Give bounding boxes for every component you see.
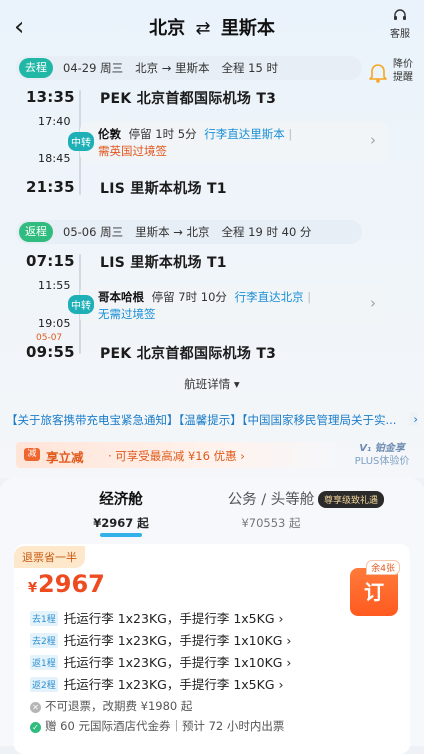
business-name: 公务 / 头等舱 — [227, 492, 315, 508]
inbound-transfer-visa: 无需过境签 — [98, 307, 156, 321]
outbound-transfer-baggage: 行李直达里斯本 — [204, 127, 285, 141]
segment-tag: 返1程 — [30, 655, 58, 670]
title-origin: 北京 — [149, 18, 186, 39]
transfer-badge: 中转 — [68, 132, 94, 151]
inbound-transfer-baggage: 行李直达北京 — [234, 290, 304, 304]
outbound-departure-time: 13:35 — [26, 88, 75, 106]
transfer-badge: 中转 — [68, 295, 94, 314]
inbound-arrival-time: 09:55 — [26, 343, 75, 361]
active-tab-indicator — [100, 533, 142, 537]
inbound-departure-airport: LIS 里斯本机场 T1 — [100, 255, 227, 271]
baggage-text: 托运行李 1x23KG，手提行李 1x10KG › — [63, 655, 292, 670]
discount-tag-icon: 减 — [24, 448, 40, 461]
price-alert-label: 降价 提醒 — [386, 58, 420, 84]
business-price: ¥70553 起 — [241, 516, 301, 530]
outbound-transfer-stay: 停留 1时 5分 — [128, 127, 197, 141]
fare-amount: 2967 — [38, 570, 105, 598]
headset-icon — [386, 9, 414, 25]
outbound-layover-arrival-time: 17:40 — [38, 115, 71, 128]
notice-more-icon: › — [409, 412, 418, 426]
book-button[interactable]: 订 — [350, 568, 398, 616]
inbound-arrival-airport: PEK 北京首都国际机场 T3 — [100, 346, 277, 362]
refund-rule-text: 不可退票，改期费 ¥1980 起 — [45, 699, 193, 713]
vip-courtesy-badge: 尊享级致礼遇 — [318, 491, 385, 508]
discount-promo[interactable]: 减 享立减 · 可享受最高减 ¥16 优惠 › — [16, 442, 336, 468]
separator: | — [307, 290, 312, 304]
outbound-arrival-airport: LIS 里斯本机场 T1 — [100, 181, 227, 197]
inbound-arrival-date-note: 05-07 — [36, 333, 63, 343]
inbound-duration: 全程 19 时 40 分 — [221, 225, 312, 239]
page-title: 北京 ⇄ 里斯本 — [0, 14, 424, 40]
inbound-transfer-city: 哥本哈根 — [98, 290, 144, 304]
outbound-transfer-visa: 需英国过境签 — [98, 144, 167, 158]
fare-card[interactable]: 退票省一半 ¥2967 余4张 订 去1程 托运行李 1x23KG，手提行李 1x… — [14, 544, 410, 754]
economy-price: ¥2967 起 — [93, 516, 149, 530]
outbound-transfer-card[interactable]: 中转 伦敦 停留 1时 5分 行李直达里斯本 | 需英国过境签 › — [68, 122, 388, 162]
flight-details-link[interactable]: 航班详情 ▾ — [0, 376, 424, 392]
inbound-transfer-stay: 停留 7时 10分 — [151, 290, 227, 304]
plus-line1: V₁ 铂金享 — [359, 443, 405, 454]
tab-business-first[interactable]: 公务 / 头等舱 ¥70553 起 — [226, 488, 316, 531]
notice-text: 【关于旅客携带充电宝紧急通知】【温馨提示】【中国国家移民管理局关于实... — [6, 413, 397, 427]
gift-rule: ✓ 赠 60 元国际酒店代金券｜预计 72 小时内出票 — [30, 718, 284, 734]
baggage-row[interactable]: 去2程 托运行李 1x23KG，手提行李 1x10KG › — [30, 630, 291, 649]
inbound-transfer-card[interactable]: 中转 哥本哈根 停留 7时 10分 行李直达北京 | 无需过境签 › — [68, 285, 388, 325]
inbound-segment-bar: 返程 05-06 周三 里斯本 → 北京 全程 19 时 40 分 — [16, 220, 362, 244]
outbound-transfer-city: 伦敦 — [98, 127, 121, 141]
plus-line2: PLUS体验价 — [354, 456, 410, 467]
outbound-segment-bar: 去程 04-29 周三 北京 → 里斯本 全程 15 时 — [16, 56, 362, 80]
economy-name: 经济舱 — [99, 492, 143, 508]
inbound-transfer-info: 哥本哈根 停留 7时 10分 行李直达北京 | — [98, 289, 311, 305]
outbound-layover-departure-time: 18:45 — [38, 152, 71, 165]
inbound-departure-time: 07:15 — [26, 252, 75, 270]
outbound-transfer-info: 伦敦 停留 1时 5分 行李直达里斯本 | — [98, 126, 292, 142]
title-destination: 里斯本 — [220, 18, 275, 39]
customer-service-button[interactable]: 客服 — [386, 9, 414, 40]
promo-description: · 可享受最高减 ¥16 优惠 › — [108, 449, 245, 463]
chevron-right-icon: › — [370, 294, 376, 312]
info-dot-icon: ✕ — [30, 702, 41, 713]
outbound-date: 04-29 周三 — [63, 61, 124, 75]
separator: | — [288, 127, 293, 141]
outbound-route: 北京 → 里斯本 — [135, 61, 210, 75]
bell-icon — [368, 62, 388, 84]
baggage-row[interactable]: 去1程 托运行李 1x23KG，手提行李 1x5KG › — [30, 608, 283, 627]
promo-label: 享立减 — [46, 450, 84, 465]
tab-economy[interactable]: 经济舱 ¥2967 起 — [88, 488, 154, 537]
baggage-text: 托运行李 1x23KG，手提行李 1x5KG › — [63, 611, 284, 626]
price-alert-line1: 降价 — [393, 59, 413, 70]
baggage-text: 托运行李 1x23KG，手提行李 1x5KG › — [63, 677, 284, 692]
outbound-tag: 去程 — [19, 58, 53, 78]
baggage-row[interactable]: 返2程 托运行李 1x23KG，手提行李 1x5KG › — [30, 674, 283, 693]
plus-member-price[interactable]: V₁ 铂金享 PLUS体验价 — [352, 442, 412, 468]
inbound-date: 05-06 周三 — [63, 225, 124, 239]
inbound-tag: 返程 — [19, 222, 53, 242]
swap-icon: ⇄ — [195, 18, 211, 39]
baggage-row[interactable]: 返1程 托运行李 1x23KG，手提行李 1x10KG › — [30, 652, 291, 671]
inbound-layover-arrival-time: 11:55 — [38, 279, 71, 292]
chevron-right-icon: › — [370, 131, 376, 149]
segment-tag: 去1程 — [30, 611, 58, 626]
gift-rule-text: 赠 60 元国际酒店代金券｜预计 72 小时内出票 — [45, 719, 285, 733]
segment-tag: 去2程 — [30, 633, 58, 648]
header: ‹ 北京 ⇄ 里斯本 客服 — [0, 0, 424, 50]
fare-price: ¥2967 — [28, 570, 105, 598]
inbound-route: 里斯本 → 北京 — [135, 225, 210, 239]
refund-rule[interactable]: ✕ 不可退票，改期费 ¥1980 起 — [30, 698, 192, 714]
seats-remaining-badge: 余4张 — [366, 560, 400, 575]
currency-symbol: ¥ — [28, 581, 38, 596]
check-icon: ✓ — [30, 722, 41, 733]
outbound-departure-airport: PEK 北京首都国际机场 T3 — [100, 91, 277, 107]
outbound-arrival-time: 21:35 — [26, 178, 75, 196]
refund-save-tag: 退票省一半 — [14, 546, 85, 568]
service-label: 客服 — [390, 29, 410, 40]
outbound-duration: 全程 15 时 — [221, 61, 278, 75]
baggage-text: 托运行李 1x23KG，手提行李 1x10KG › — [63, 633, 292, 648]
inbound-layover-departure-time: 19:05 — [38, 317, 71, 330]
price-alert-line2: 提醒 — [393, 72, 413, 83]
segment-tag: 返2程 — [30, 677, 58, 692]
notice-marquee[interactable]: 【关于旅客携带充电宝紧急通知】【温馨提示】【中国国家移民管理局关于实... › — [6, 412, 418, 428]
